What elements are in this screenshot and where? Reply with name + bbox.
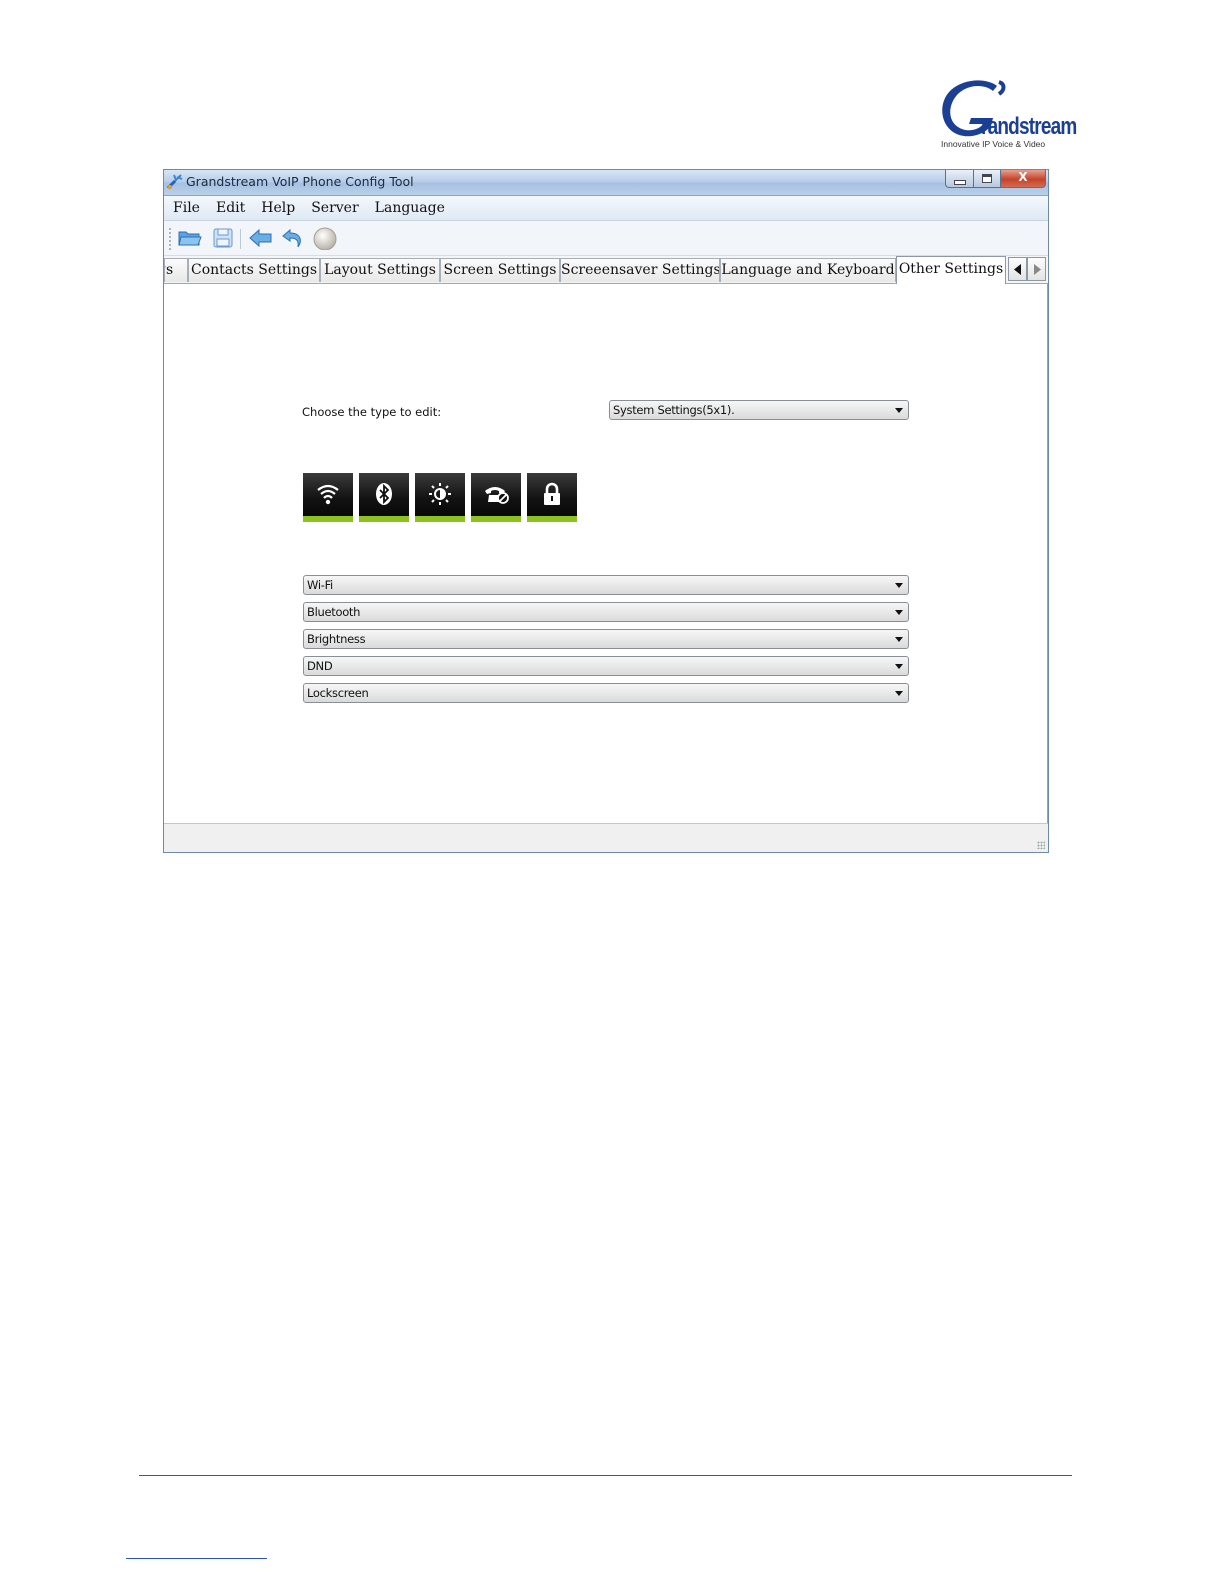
toolbar	[164, 221, 1048, 256]
undo-button[interactable]	[280, 226, 306, 250]
slot-select-value: Bluetooth	[307, 605, 361, 619]
tab-layout-settings[interactable]: Layout Settings	[320, 258, 440, 282]
menu-server[interactable]: Server	[311, 200, 358, 216]
tab-other-settings[interactable]: Other Settings	[896, 256, 1006, 284]
tab-language-and-keyboard[interactable]: Language and Keyboard	[720, 258, 896, 282]
preview-tile-lockscreen[interactable]	[527, 473, 577, 522]
slot-select-value: Brightness	[307, 632, 366, 646]
slot-select-1[interactable]: Wi-Fi	[303, 575, 909, 595]
preview-tile-bluetooth[interactable]	[359, 473, 409, 522]
app-icon	[166, 174, 183, 190]
choose-type-label: Choose the type to edit:	[302, 405, 442, 419]
dnd-phone-icon	[485, 487, 509, 504]
logo-wordmark: randstream	[981, 114, 1077, 141]
resize-grip[interactable]	[1037, 841, 1045, 849]
chevron-down-icon	[895, 583, 903, 588]
preview-tile-brightness[interactable]	[415, 473, 465, 522]
menu-file[interactable]: File	[173, 200, 200, 216]
minimize-button[interactable]	[945, 170, 974, 188]
menu-edit[interactable]: Edit	[216, 200, 245, 216]
slot-select-value: Lockscreen	[307, 686, 369, 700]
maximize-button[interactable]	[974, 170, 1001, 188]
slot-select-4[interactable]: DND	[303, 656, 909, 676]
menu-help[interactable]: Help	[261, 200, 295, 216]
slot-select-3[interactable]: Brightness	[303, 629, 909, 649]
window-title: Grandstream VoIP Phone Config Tool	[186, 174, 414, 189]
undo-icon	[282, 228, 301, 248]
type-select-value: System Settings(5x1).	[613, 403, 735, 417]
chevron-down-icon	[895, 637, 903, 642]
slot-select-value: DND	[307, 659, 333, 673]
close-button[interactable]: X	[1001, 170, 1046, 188]
slot-select-5[interactable]: Lockscreen	[303, 683, 909, 703]
footer-rule	[139, 1475, 1072, 1476]
tab-scroll-left-button[interactable]	[1008, 257, 1027, 281]
grandstream-logo: randstream Innovative IP Voice & Video	[935, 78, 1077, 150]
chevron-down-icon	[895, 408, 903, 413]
type-select[interactable]: System Settings(5x1).	[609, 400, 909, 420]
config-tool-window: Grandstream VoIP Phone Config Tool X Fil…	[163, 169, 1049, 853]
lock-icon	[544, 482, 560, 505]
bluetooth-icon	[376, 483, 392, 505]
tab-strip: gs Contacts Settings Layout Settings Scr…	[164, 256, 1048, 284]
other-settings-panel: Choose the type to edit: System Settings…	[164, 284, 1048, 825]
back-button[interactable]	[248, 226, 274, 250]
preview-tile-wifi[interactable]	[303, 473, 353, 522]
maximize-icon	[982, 174, 992, 183]
slot-select-value: Wi-Fi	[307, 578, 333, 592]
open-folder-icon	[178, 231, 202, 246]
status-bar	[164, 823, 1048, 852]
chevron-right-icon	[1034, 264, 1041, 275]
minimize-icon	[954, 180, 966, 185]
sphere-icon	[313, 227, 337, 251]
toolbar-separator	[240, 229, 241, 249]
chevron-down-icon	[895, 664, 903, 669]
tab-contacts-settings[interactable]: Contacts Settings	[188, 258, 320, 282]
preview-tile-dnd[interactable]	[471, 473, 521, 522]
close-icon: X	[1018, 170, 1028, 184]
back-arrow-icon	[249, 228, 272, 248]
tab-scroll-right-button[interactable]	[1027, 257, 1046, 281]
wifi-icon	[317, 484, 339, 505]
chevron-down-icon	[895, 691, 903, 696]
tab-previous-partial[interactable]: gs	[164, 258, 188, 282]
save-button[interactable]	[210, 226, 236, 250]
chevron-down-icon	[895, 610, 903, 615]
slot-select-2[interactable]: Bluetooth	[303, 602, 909, 622]
tab-screen-settings[interactable]: Screen Settings	[440, 258, 560, 282]
brightness-icon	[429, 483, 451, 505]
save-icon	[213, 228, 233, 248]
menu-language[interactable]: Language	[375, 200, 445, 216]
connect-button[interactable]	[312, 226, 338, 251]
open-button[interactable]	[177, 226, 203, 250]
window-controls: X	[945, 170, 1046, 188]
chevron-left-icon	[1014, 264, 1021, 275]
title-bar[interactable]: Grandstream VoIP Phone Config Tool X	[164, 170, 1048, 196]
footer-link-underline[interactable]	[126, 1558, 267, 1559]
toolbar-grip[interactable]	[169, 228, 173, 250]
tab-screensaver-settings[interactable]: Screeensaver Settings	[560, 258, 720, 282]
logo-tagline: Innovative IP Voice & Video	[941, 139, 1046, 149]
menu-bar: File Edit Help Server Language	[164, 196, 1048, 221]
